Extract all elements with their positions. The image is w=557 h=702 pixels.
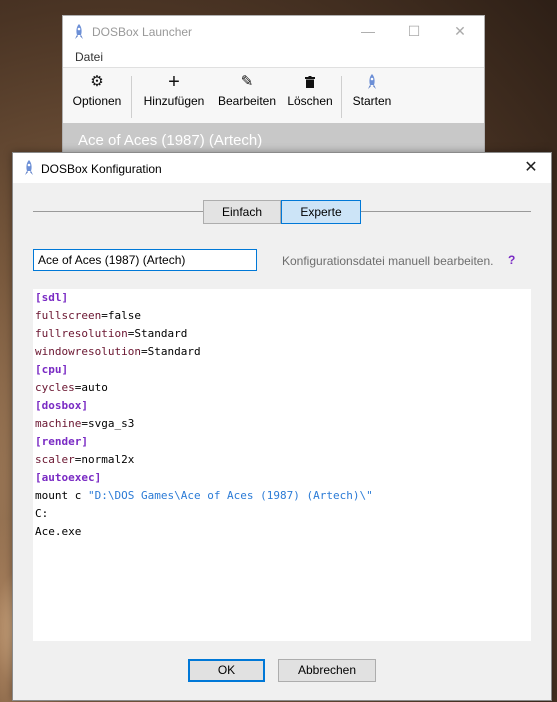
config-section: [sdl]: [35, 291, 69, 304]
dialog-title: DOSBox Konfiguration: [41, 162, 162, 176]
tab-divider: [361, 211, 531, 212]
ok-button[interactable]: OK: [188, 659, 265, 682]
launcher-title: DOSBox Launcher: [92, 25, 193, 39]
config-line: C:: [35, 505, 48, 523]
bearbeiten-button[interactable]: ✎ Bearbeiten: [215, 68, 279, 123]
rocket-icon: [347, 68, 397, 94]
tab-divider: [33, 211, 203, 212]
config-line: machine=svga_s3: [35, 415, 134, 433]
config-key: cycles: [35, 381, 75, 394]
config-command: mount c: [35, 489, 88, 502]
config-value: normal2x: [81, 453, 135, 466]
hint-text: Konfigurationsdatei manuell bearbeiten.: [282, 254, 494, 268]
config-line: cycles=auto: [35, 379, 108, 397]
rocket-icon: [75, 24, 83, 39]
tab-einfach[interactable]: Einfach: [203, 200, 281, 224]
starten-button[interactable]: Starten: [347, 68, 397, 123]
optionen-label: Optionen: [72, 94, 122, 108]
close-icon[interactable]: ✕: [511, 153, 551, 183]
hinzufuegen-label: Hinzufügen: [143, 94, 205, 108]
launcher-window: DOSBox Launcher — ☐ ✕ Datei ⚙ Optionen +…: [62, 15, 485, 167]
launcher-menubar: Datei: [63, 47, 484, 68]
config-command: Ace.exe: [35, 525, 82, 538]
pencil-icon: ✎: [240, 73, 254, 90]
config-value: false: [107, 309, 141, 322]
config-line: fullscreen=false: [35, 307, 141, 325]
config-line: [dosbox]: [35, 397, 88, 415]
config-line: mount c "D:\DOS Games\Ace of Aces (1987)…: [35, 487, 373, 505]
launcher-titlebar: DOSBox Launcher — ☐ ✕: [63, 16, 484, 47]
toolbar-separator: [341, 76, 342, 118]
optionen-button[interactable]: ⚙ Optionen: [67, 68, 127, 123]
config-section: [dosbox]: [35, 399, 88, 412]
hinzufuegen-button[interactable]: + Hinzufügen: [139, 68, 209, 123]
config-dialog: DOSBox Konfiguration ✕ Einfach Experte A…: [12, 152, 552, 701]
config-editor[interactable]: [sdl] fullscreen=false fullresolution=Stan…: [33, 289, 531, 641]
config-line: Ace.exe: [35, 523, 81, 541]
toolbar-separator: [131, 76, 132, 118]
config-key: fullscreen: [35, 309, 102, 322]
config-equals: =: [140, 345, 148, 358]
gear-icon: ⚙: [90, 73, 104, 90]
config-line: [sdl]: [35, 289, 68, 307]
config-value: auto: [81, 381, 108, 394]
dialog-titlebar: DOSBox Konfiguration ✕: [13, 153, 551, 183]
config-equals: =: [81, 417, 88, 430]
game-name: Ace of Aces (1987) (Artech): [78, 132, 263, 149]
config-value: Standard: [134, 327, 188, 340]
loeschen-button[interactable]: Löschen: [285, 68, 335, 123]
menu-datei[interactable]: Datei: [75, 50, 103, 64]
config-key: scaler: [35, 453, 75, 466]
config-key: machine: [35, 417, 82, 430]
trash-icon: [285, 68, 335, 94]
config-line: [cpu]: [35, 361, 68, 379]
config-string: "D:\DOS Games\Ace of Aces (1987) (Artech…: [87, 489, 373, 502]
config-value: Standard: [147, 345, 201, 358]
config-line: windowresolution=Standard: [35, 343, 201, 361]
help-button[interactable]: ?: [508, 253, 515, 267]
config-line: [render]: [35, 433, 88, 451]
plus-icon: +: [168, 71, 180, 93]
close-icon[interactable]: ✕: [437, 16, 483, 47]
config-line: scaler=normal2x: [35, 451, 134, 469]
rocket-icon: [25, 160, 33, 175]
loeschen-label: Löschen: [287, 94, 333, 108]
tab-experte[interactable]: Experte: [281, 200, 361, 224]
minimize-icon[interactable]: —: [345, 16, 391, 47]
cancel-button[interactable]: Abbrechen: [278, 659, 376, 682]
config-key: windowresolution: [35, 345, 141, 358]
config-section: [render]: [35, 435, 88, 448]
bearbeiten-label: Bearbeiten: [217, 94, 277, 108]
config-section: [autoexec]: [35, 471, 102, 484]
launcher-toolbar: ⚙ Optionen + Hinzufügen ✎ Bearbeiten Lös…: [63, 68, 484, 124]
maximize-icon[interactable]: ☐: [391, 16, 437, 47]
starten-label: Starten: [352, 94, 392, 108]
config-line: [autoexec]: [35, 469, 101, 487]
config-section: [cpu]: [35, 363, 69, 376]
config-key: fullresolution: [35, 327, 128, 340]
config-command: C:: [35, 507, 49, 520]
config-name-input[interactable]: Ace of Aces (1987) (Artech): [33, 249, 257, 271]
config-value: svga_s3: [87, 417, 135, 430]
config-equals: =: [101, 309, 108, 322]
config-line: fullresolution=Standard: [35, 325, 187, 343]
